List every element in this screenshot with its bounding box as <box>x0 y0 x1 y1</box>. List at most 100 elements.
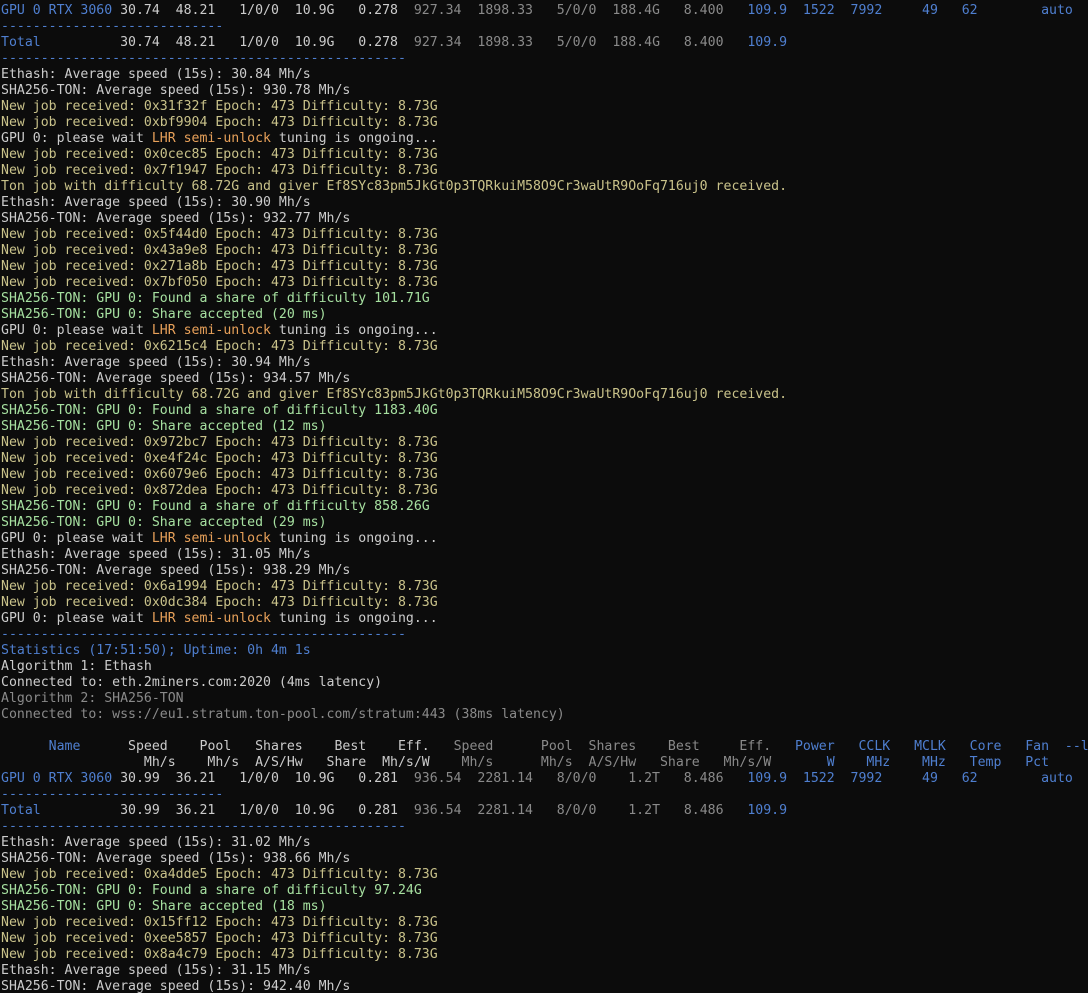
terminal-text: W MHz MHz Temp Pct <box>779 755 1050 770</box>
terminal-line: SHA256-TON: GPU 0: Share accepted (29 ms… <box>1 515 327 531</box>
terminal-line: Statistics (17:51:50); Uptime: 0h 4m 1s <box>1 643 311 659</box>
terminal-line: Total 30.74 48.21 1/0/0 10.9G 0.278 927.… <box>1 35 787 51</box>
terminal-text: LHR semi-unlock <box>151 611 271 626</box>
terminal-text: Total <box>1 35 41 50</box>
terminal-text: New job received: 0xe4f24c Epoch: 473 Di… <box>1 451 438 466</box>
terminal-line: Ethash: Average speed (15s): 30.84 Mh/s <box>1 67 311 83</box>
terminal-text: Ethash: Average speed (15s): 31.02 Mh/s <box>1 835 311 850</box>
terminal-text: Statistics (17:51:50); Uptime: 0h 4m 1s <box>1 643 311 658</box>
terminal-line: ---------------------------- <box>1 787 223 803</box>
terminal-text: 109.9 <box>731 803 788 818</box>
terminal-text: Ethash: Average speed (15s): 30.90 Mh/s <box>1 195 311 210</box>
terminal-line: New job received: 0xa4dde5 Epoch: 473 Di… <box>1 867 438 883</box>
terminal-text: SHA256-TON: Average speed (15s): 942.40 … <box>1 979 351 993</box>
terminal-text: Ton job with difficulty 68.72G and giver… <box>1 387 788 402</box>
terminal-line: New job received: 0x7bf050 Epoch: 473 Di… <box>1 275 438 291</box>
terminal-line: ---------------------------- <box>1 19 223 35</box>
terminal-text: SHA256-TON: Average speed (15s): 938.29 … <box>1 563 351 578</box>
terminal-line: SHA256-TON: Average speed (15s): 938.66 … <box>1 851 350 867</box>
terminal-text: Connected to: wss://eu1.stratum.ton-pool… <box>1 707 565 722</box>
terminal-line: Total 30.99 36.21 1/0/0 10.9G 0.281 936.… <box>1 803 787 819</box>
terminal-text: New job received: 0x6215c4 Epoch: 473 Di… <box>1 339 438 354</box>
terminal-line: SHA256-TON: GPU 0: Found a share of diff… <box>1 291 430 307</box>
terminal-line: SHA256-TON: GPU 0: Found a share of diff… <box>1 883 422 899</box>
terminal-line: Ton job with difficulty 68.72G and giver… <box>1 179 787 195</box>
terminal-line: Ethash: Average speed (15s): 31.02 Mh/s <box>1 835 311 851</box>
terminal-text: New job received: 0x8a4c79 Epoch: 473 Di… <box>1 947 438 962</box>
terminal-text: New job received: 0x31f32f Epoch: 473 Di… <box>1 99 438 114</box>
terminal-text: Ethash: Average speed (15s): 31.15 Mh/s <box>1 963 311 978</box>
terminal-line: SHA256-TON: GPU 0: Share accepted (20 ms… <box>1 307 327 323</box>
terminal-line: New job received: 0x6a1994 Epoch: 473 Di… <box>1 579 438 595</box>
terminal-line: SHA256-TON: Average speed (15s): 932.77 … <box>1 211 350 227</box>
terminal-text: Connected to: eth.2miners.com:2020 (4ms … <box>1 675 383 690</box>
terminal-text: New job received: 0x15ff12 Epoch: 473 Di… <box>1 915 438 930</box>
terminal-text: tuning is ongoing... <box>270 611 438 626</box>
terminal-text: GPU 0: please wait <box>1 531 152 546</box>
terminal-text: SHA256-TON: Average speed (15s): 932.77 … <box>1 211 351 226</box>
terminal-line: Ethash: Average speed (15s): 31.15 Mh/s <box>1 963 311 979</box>
terminal-line: New job received: 0x8a4c79 Epoch: 473 Di… <box>1 947 438 963</box>
terminal-text: ----------------------------------------… <box>1 51 406 66</box>
terminal-text: 927.34 1898.33 5/0/0 188.4G 8.400 <box>405 35 732 50</box>
terminal-text: Power CCLK MCLK Core Fan --lhrtune <box>794 739 1088 754</box>
terminal-line: New job received: 0x6215c4 Epoch: 473 Di… <box>1 339 438 355</box>
terminal-line: GPU 0: please wait LHR semi-unlock tunin… <box>1 611 438 627</box>
terminal-line: Ethash: Average speed (15s): 30.94 Mh/s <box>1 355 311 371</box>
terminal-line: New job received: 0x7f1947 Epoch: 473 Di… <box>1 163 438 179</box>
terminal-text: SHA256-TON: GPU 0: Found a share of diff… <box>1 291 430 306</box>
terminal-line: Ethash: Average speed (15s): 31.05 Mh/s <box>1 547 311 563</box>
terminal-line: Connected to: wss://eu1.stratum.ton-pool… <box>1 707 565 723</box>
terminal-line: Ton job with difficulty 68.72G and giver… <box>1 387 787 403</box>
terminal-line: New job received: 0x5f44d0 Epoch: 473 Di… <box>1 227 438 243</box>
terminal-text: 30.99 36.21 1/0/0 10.9G 0.281 <box>40 803 406 818</box>
terminal-line: GPU 0: please wait LHR semi-unlock tunin… <box>1 531 438 547</box>
terminal-text: Ton job with difficulty 68.72G and giver… <box>1 179 788 194</box>
terminal-text: New job received: 0x972bc7 Epoch: 473 Di… <box>1 435 438 450</box>
terminal-line: New job received: 0x15ff12 Epoch: 473 Di… <box>1 915 438 931</box>
terminal-text: 30.99 36.21 1/0/0 10.9G 0.281 <box>112 771 406 786</box>
terminal-text: SHA256-TON: GPU 0: Found a share of diff… <box>1 883 422 898</box>
terminal-text: GPU 0 RTX 3060 <box>1 3 113 18</box>
terminal-line: SHA256-TON: Average speed (15s): 938.29 … <box>1 563 350 579</box>
terminal-text: New job received: 0x0dc384 Epoch: 473 Di… <box>1 595 438 610</box>
terminal-line: SHA256-TON: GPU 0: Found a share of diff… <box>1 499 430 515</box>
terminal-line: New job received: 0xee5857 Epoch: 473 Di… <box>1 931 438 947</box>
terminal-text: GPU 0: please wait <box>1 611 152 626</box>
terminal-line: New job received: 0x872dea Epoch: 473 Di… <box>1 483 438 499</box>
terminal-line: SHA256-TON: GPU 0: Found a share of diff… <box>1 403 438 419</box>
terminal-text: SHA256-TON: Average speed (15s): 934.57 … <box>1 371 351 386</box>
terminal-text: SHA256-TON: Average speed (15s): 938.66 … <box>1 851 351 866</box>
terminal-line: Ethash: Average speed (15s): 30.90 Mh/s <box>1 195 311 211</box>
terminal-text: SHA256-TON: GPU 0: Share accepted (18 ms… <box>1 899 327 914</box>
terminal-text: 30.74 48.21 1/0/0 10.9G 0.278 <box>40 35 406 50</box>
terminal-text: Ethash: Average speed (15s): 31.05 Mh/s <box>1 547 311 562</box>
terminal-line: New job received: 0x0cec85 Epoch: 473 Di… <box>1 147 438 163</box>
terminal-line: New job received: 0x271a8b Epoch: 473 Di… <box>1 259 438 275</box>
terminal-text: ---------------------------- <box>1 19 224 34</box>
terminal-line: SHA256-TON: GPU 0: Share accepted (18 ms… <box>1 899 327 915</box>
terminal-text: LHR semi-unlock <box>151 531 271 546</box>
terminal-line: New job received: 0x6079e6 Epoch: 473 Di… <box>1 467 438 483</box>
terminal-text: ---------------------------- <box>1 787 224 802</box>
terminal-text: Speed Pool Shares Best Eff. <box>437 739 780 754</box>
terminal-line: Connected to: eth.2miners.com:2020 (4ms … <box>1 675 382 691</box>
terminal-text: 936.54 2281.14 8/0/0 1.2T 8.486 <box>405 771 732 786</box>
terminal-text: Algorithm 2: SHA256-TON <box>1 691 184 706</box>
terminal-line: GPU 0: please wait LHR semi-unlock tunin… <box>1 323 438 339</box>
terminal-text: GPU 0 RTX 3060 <box>1 771 113 786</box>
terminal-text: SHA256-TON: Average speed (15s): 930.78 … <box>1 83 351 98</box>
terminal-line: New job received: 0xbf9904 Epoch: 473 Di… <box>1 115 438 131</box>
terminal-output: GPU 0 RTX 3060 30.74 48.21 1/0/0 10.9G 0… <box>0 0 1088 993</box>
terminal-text: GPU 0: please wait <box>1 323 152 338</box>
terminal-text: ----------------------------------------… <box>1 627 406 642</box>
terminal-text: New job received: 0x6079e6 Epoch: 473 Di… <box>1 467 438 482</box>
terminal-line: ----------------------------------------… <box>1 51 406 67</box>
terminal-line: Algorithm 2: SHA256-TON <box>1 691 184 707</box>
terminal-line: SHA256-TON: Average speed (15s): 934.57 … <box>1 371 350 387</box>
terminal-text: New job received: 0x6a1994 Epoch: 473 Di… <box>1 579 438 594</box>
terminal-text: Name <box>1 739 81 754</box>
terminal-text: 936.54 2281.14 8/0/0 1.2T 8.486 <box>405 803 732 818</box>
terminal-text: SHA256-TON: GPU 0: Share accepted (29 ms… <box>1 515 327 530</box>
terminal-text: New job received: 0x5f44d0 Epoch: 473 Di… <box>1 227 438 242</box>
